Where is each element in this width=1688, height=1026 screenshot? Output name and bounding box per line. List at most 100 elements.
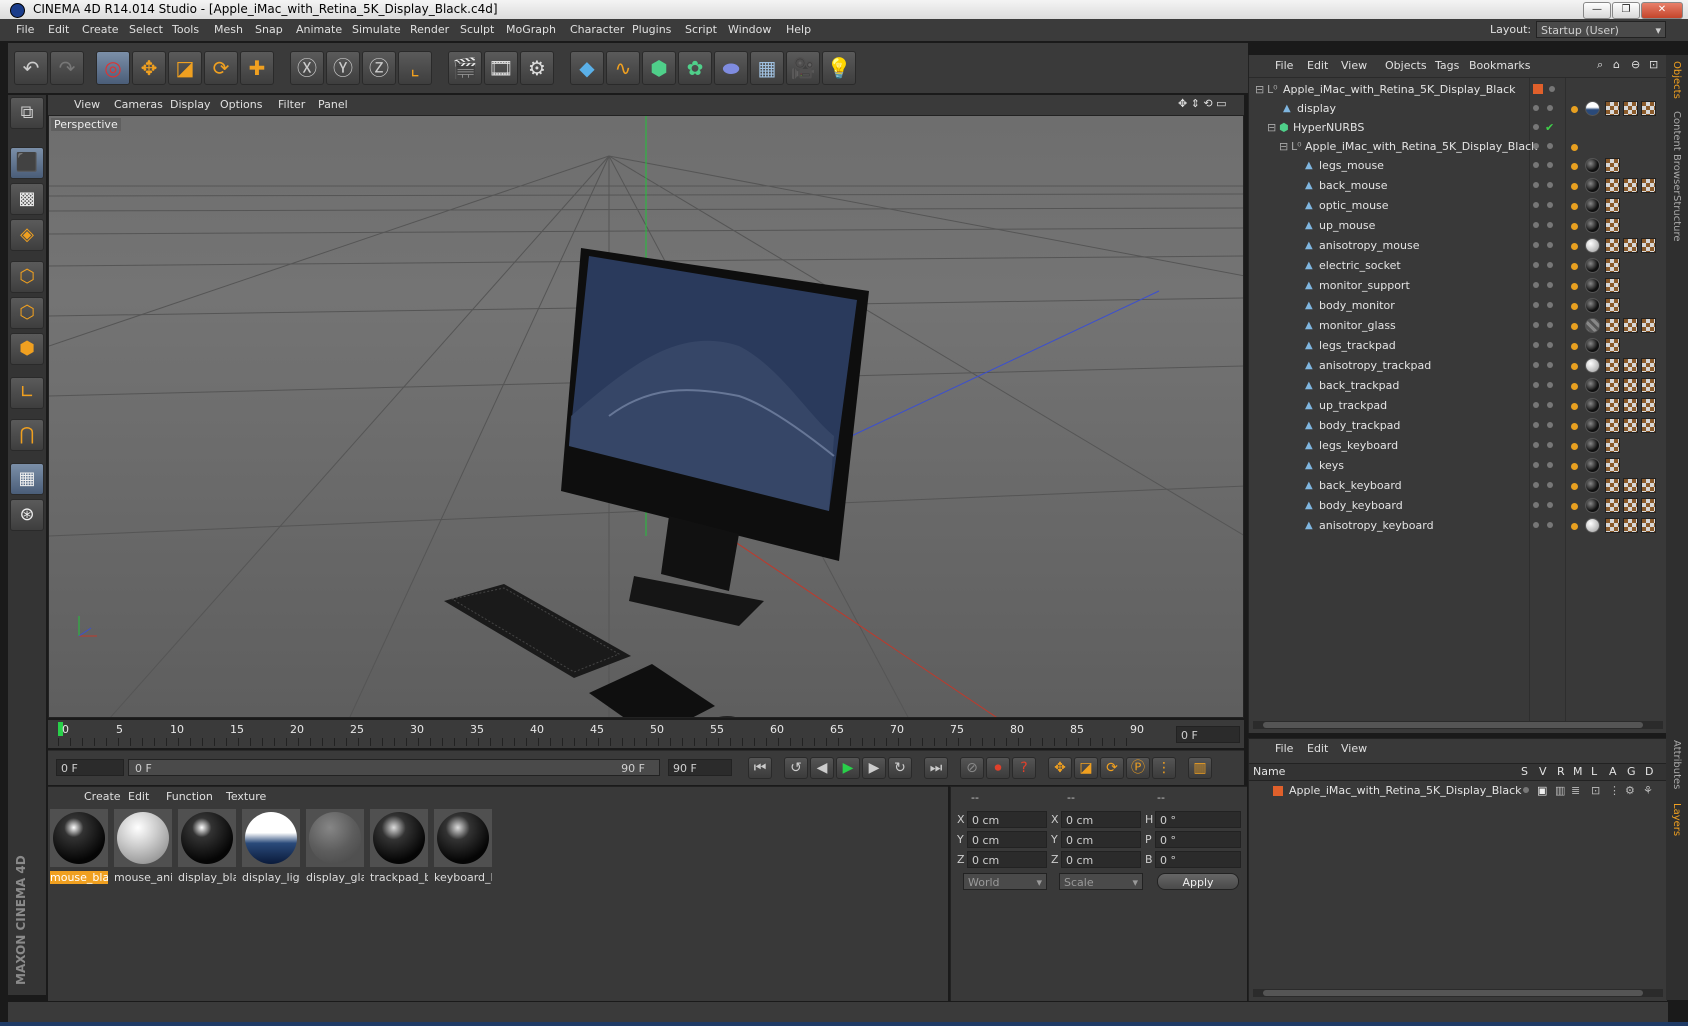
size-z-field[interactable]: 0 cm — [1061, 851, 1141, 868]
axis-mode-button[interactable]: ∟ — [10, 377, 44, 409]
visibility-dot[interactable] — [1533, 322, 1539, 328]
uvw-tag-icon[interactable] — [1623, 418, 1638, 433]
render-view-button[interactable]: 🎬 — [448, 51, 482, 85]
object-row-child[interactable]: ▲ body_keyboard — [1249, 496, 1667, 515]
phong-tag-icon[interactable] — [1571, 463, 1578, 470]
collapse-icon[interactable]: ⊟ — [1267, 121, 1276, 134]
tab-structure[interactable]: Structure — [1671, 195, 1682, 242]
x-axis-button[interactable]: Ⓧ — [290, 51, 324, 85]
menu-edit[interactable]: Edit — [48, 23, 69, 36]
previous-key-button[interactable]: ↺ — [784, 757, 808, 779]
coord-system-select[interactable]: World ▾ — [963, 873, 1047, 890]
object-row-child[interactable]: ▲ anisotropy_keyboard — [1249, 516, 1667, 535]
layer-row[interactable]: Apple_iMac_with_Retina_5K_Display_Black … — [1249, 781, 1667, 800]
render-dot[interactable] — [1547, 382, 1553, 388]
material-tag-icon[interactable] — [1585, 518, 1600, 533]
trackpad-model[interactable] — [589, 664, 715, 718]
uvw-tag-icon[interactable] — [1605, 518, 1620, 533]
add-tool-button[interactable]: ✚ — [240, 51, 274, 85]
visibility-dot[interactable] — [1533, 302, 1539, 308]
uvw-tag-icon[interactable] — [1605, 498, 1620, 513]
phong-tag-icon[interactable] — [1571, 243, 1578, 250]
uvw-tag-icon[interactable] — [1623, 498, 1638, 513]
uvw-tag-icon[interactable] — [1623, 101, 1638, 116]
obj-menu-tags[interactable]: Tags — [1435, 59, 1459, 72]
render-dot[interactable] — [1547, 342, 1553, 348]
material-swatch[interactable] — [178, 809, 236, 867]
layer-menu-view[interactable]: View — [1341, 742, 1367, 755]
menu-tools[interactable]: Tools — [172, 23, 199, 36]
obj-menu-view[interactable]: View — [1341, 59, 1367, 72]
next-key-button[interactable]: ↻ — [888, 757, 912, 779]
render-dot[interactable] — [1547, 105, 1553, 111]
layer-col-solo[interactable]: S — [1521, 765, 1528, 778]
z-axis-button[interactable]: Ⓩ — [362, 51, 396, 85]
visibility-dot[interactable] — [1533, 262, 1539, 268]
visibility-dot[interactable] — [1533, 362, 1539, 368]
uvw-tag-icon[interactable] — [1605, 458, 1620, 473]
live-selection-button[interactable]: ◎ — [96, 51, 130, 85]
solo-dot[interactable] — [1523, 787, 1529, 793]
object-row-child[interactable]: ▲ up_mouse — [1249, 216, 1667, 235]
key-pla-button[interactable]: ⋮ — [1152, 757, 1176, 779]
visibility-dot[interactable] — [1533, 422, 1539, 428]
menu-mograph[interactable]: MoGraph — [506, 23, 556, 36]
uvw-tag-icon[interactable] — [1641, 378, 1656, 393]
uvw-tag-icon[interactable] — [1605, 438, 1620, 453]
object-row-child[interactable]: ▲ legs_trackpad — [1249, 336, 1667, 355]
visibility-dot[interactable] — [1533, 143, 1539, 149]
render-dot[interactable] — [1547, 143, 1553, 149]
material-tag-icon[interactable] — [1585, 398, 1600, 413]
material-swatch[interactable] — [306, 809, 364, 867]
visibility-dot[interactable] — [1533, 202, 1539, 208]
rot-h-field[interactable]: 0 ° — [1155, 811, 1241, 828]
home-icon[interactable]: ⌂ — [1613, 58, 1620, 71]
material-tag-icon[interactable] — [1585, 498, 1600, 513]
viewport-navigation-icons[interactable]: ✥ ⇕ ⟲ ▭ — [1178, 97, 1227, 110]
layer-col-locked[interactable]: L — [1591, 765, 1597, 778]
animation-icon[interactable]: ⋮ — [1609, 784, 1620, 797]
menu-snap[interactable]: Snap — [255, 23, 283, 36]
tab-content-browser[interactable]: Content Browser — [1671, 111, 1682, 194]
mat-menu-edit[interactable]: Edit — [128, 790, 149, 803]
undo-button[interactable]: ↶ — [14, 51, 48, 85]
material-tag-icon[interactable] — [1585, 198, 1600, 213]
uvw-tag-icon[interactable] — [1605, 238, 1620, 253]
menu-simulate[interactable]: Simulate — [352, 23, 401, 36]
uvw-tag-icon[interactable] — [1641, 498, 1656, 513]
phong-tag-icon[interactable] — [1571, 363, 1578, 370]
camera-button[interactable]: 🎥 — [786, 51, 820, 85]
mograph-cloner-button[interactable]: ✿ — [678, 51, 712, 85]
view-icon[interactable]: ▣ — [1537, 784, 1547, 797]
render-dot[interactable] — [1547, 182, 1553, 188]
object-row-child[interactable]: ▲ body_trackpad — [1249, 416, 1667, 435]
collapse-icon[interactable]: ⊟ — [1255, 83, 1264, 96]
object-row-child[interactable]: ▲ electric_socket — [1249, 256, 1667, 275]
rot-p-field[interactable]: 0 ° — [1155, 831, 1241, 848]
menu-script[interactable]: Script — [685, 23, 717, 36]
record-keys-button[interactable]: ⊘ — [960, 757, 984, 779]
phong-tag-icon[interactable] — [1571, 144, 1578, 151]
object-row-child[interactable]: ▲ back_keyboard — [1249, 476, 1667, 495]
key-rotation-button[interactable]: ⟳ — [1100, 757, 1124, 779]
current-frame-field[interactable]: 0 F — [1176, 726, 1240, 743]
deformer-icon[interactable]: ⚘ — [1643, 784, 1653, 797]
workplane-lock-button[interactable]: ▦ — [10, 463, 44, 495]
key-scale-button[interactable]: ◪ — [1074, 757, 1098, 779]
tab-attributes[interactable]: Attributes — [1671, 740, 1682, 789]
visibility-dot[interactable] — [1533, 442, 1539, 448]
uvw-tag-icon[interactable] — [1605, 158, 1620, 173]
render-dot[interactable] — [1547, 482, 1553, 488]
material-tag-icon[interactable] — [1585, 418, 1600, 433]
visibility-dot[interactable] — [1533, 402, 1539, 408]
visibility-dot[interactable] — [1533, 242, 1539, 248]
phong-tag-icon[interactable] — [1571, 343, 1578, 350]
viewport-menu-filter[interactable]: Filter — [278, 98, 305, 111]
uvw-tag-icon[interactable] — [1641, 101, 1656, 116]
material-tag-icon[interactable] — [1585, 378, 1600, 393]
material-tag-icon[interactable] — [1585, 178, 1600, 193]
go-to-end-button[interactable]: ⏭ — [924, 757, 948, 779]
layer-col-deformers[interactable]: D — [1645, 765, 1653, 778]
uvw-tag-icon[interactable] — [1623, 178, 1638, 193]
layer-col-view[interactable]: V — [1539, 765, 1547, 778]
